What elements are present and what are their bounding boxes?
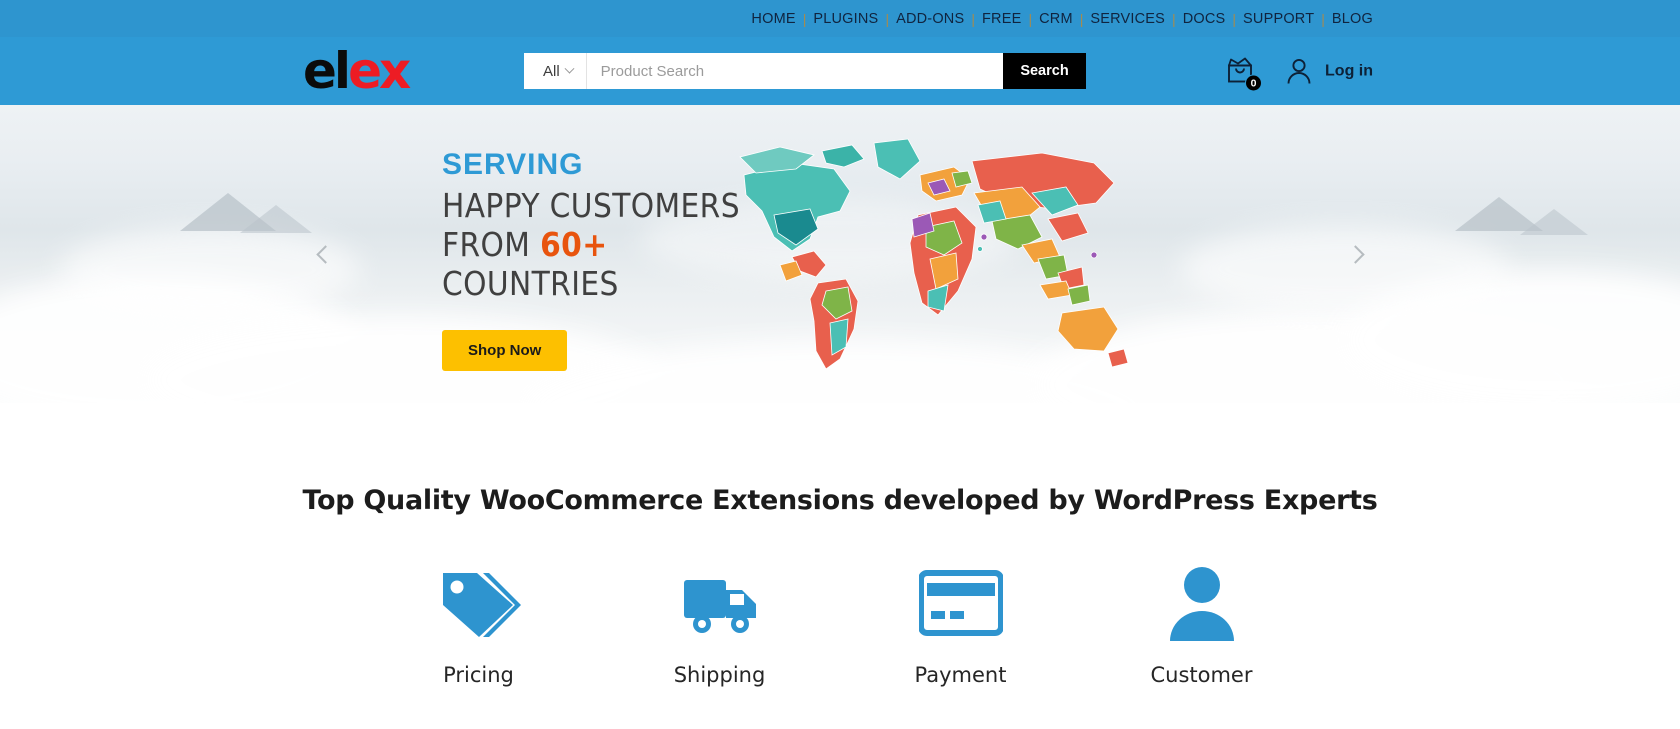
top-nav-item-crm[interactable]: CRM [1039,11,1073,27]
login-label: Log in [1325,62,1373,79]
price-tag-icon [442,573,521,637]
hero-headline: HAPPY CUSTOMERS FROM 60+ COUNTRIES [442,186,740,304]
feature-item-payment[interactable]: Payment [840,563,1081,687]
hero-country-count: 60+ [540,224,608,264]
top-nav-item-docs[interactable]: DOCS [1183,11,1226,27]
nav-separator: | [885,10,890,27]
feature-label: Shipping [673,663,766,687]
hero-headline-prefix: FROM [442,224,541,264]
carousel-prev-button[interactable] [303,228,343,280]
top-nav-item-plugins[interactable]: PLUGINS [813,11,878,27]
features-row: Pricing Shipping Payment Customer [0,563,1680,687]
search-bar: All Search [524,53,1086,89]
search-button[interactable]: Search [1003,53,1086,89]
top-nav-item-services[interactable]: SERVICES [1090,11,1165,27]
carousel-next-button[interactable] [1337,228,1377,280]
site-header: elex All Search 0 Log in [0,37,1680,105]
chevron-left-icon [315,244,335,264]
nav-separator: | [802,10,807,27]
login-button[interactable]: Log in [1285,57,1373,86]
top-nav-links: HOME | PLUGINS | ADD-ONS | FREE | CRM | … [751,11,1373,27]
user-account-icon [1287,58,1311,84]
top-nav-item-home[interactable]: HOME [751,11,795,27]
top-navigation-bar: HOME | PLUGINS | ADD-ONS | FREE | CRM | … [0,0,1680,37]
feature-icon-wrap [437,563,521,643]
top-nav-item-free[interactable]: FREE [982,11,1021,27]
nav-separator: | [1079,10,1084,27]
feature-label: Pricing [443,663,514,687]
top-nav-item-add-ons[interactable]: ADD-ONS [896,11,964,27]
nav-separator: | [1232,10,1237,27]
hero-headline-line-3: COUNTRIES [442,263,619,303]
cart-button[interactable]: 0 [1225,56,1263,92]
user-person-icon [1169,567,1234,641]
site-logo[interactable]: elex [303,46,411,96]
search-input[interactable] [586,53,1003,89]
hero-headline-line-1: HAPPY CUSTOMERS [442,186,740,225]
features-section: Top Quality WooCommerce Extensions devel… [0,403,1680,687]
feature-item-pricing[interactable]: Pricing [358,563,599,687]
hero-eyebrow: SERVING [442,148,584,181]
feature-label: Payment [914,663,1007,687]
feature-icon-wrap [1169,563,1234,643]
chevron-down-icon [564,63,575,74]
search-category-dropdown[interactable]: All [524,53,587,89]
nav-separator: | [1172,10,1176,27]
feature-label: Customer [1150,663,1253,687]
cart-count-badge: 0 [1245,74,1263,92]
chevron-right-icon [1345,244,1365,264]
hero-text-block: SERVING HAPPY CUSTOMERS FROM 60+ COUNTRI… [442,148,740,371]
nav-separator: | [1028,10,1033,27]
shop-now-button[interactable]: Shop Now [442,329,568,371]
delivery-truck-icon [683,580,756,633]
nav-separator: | [971,10,975,27]
feature-item-customer[interactable]: Customer [1081,563,1322,687]
hero-headline-line-2: FROM 60+ [442,224,740,265]
search-category-label: All [543,62,560,80]
feature-icon-wrap [918,563,1003,643]
credit-card-icon [918,570,1003,636]
world-map-illustration [739,138,1129,370]
logo-text-primary: el [303,42,351,100]
nav-separator: | [1321,10,1325,27]
feature-icon-wrap [682,563,758,643]
top-nav-item-support[interactable]: SUPPORT [1243,11,1314,27]
logo-text-accent: ex [348,42,411,100]
header-actions: 0 Log in [1225,56,1373,92]
features-heading: Top Quality WooCommerce Extensions devel… [302,485,1378,516]
feature-item-shipping[interactable]: Shipping [599,563,840,687]
hero-carousel: SERVING HAPPY CUSTOMERS FROM 60+ COUNTRI… [0,105,1680,403]
top-nav-item-blog[interactable]: BLOG [1332,11,1373,27]
